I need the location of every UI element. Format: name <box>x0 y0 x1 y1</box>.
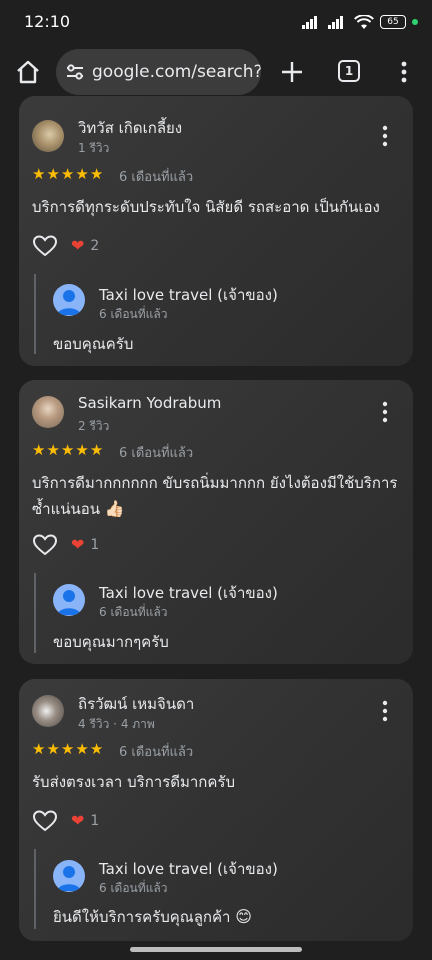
star-icon: ★ <box>32 165 46 183</box>
tab-switcher-button[interactable]: 1 <box>338 60 360 82</box>
owner-avatar <box>53 860 85 892</box>
star-rating: ★ ★ ★ ★ ★ <box>32 442 103 458</box>
like-icon[interactable] <box>32 234 58 258</box>
owner-name: Taxi love travel (เจ้าของ) <box>99 860 278 878</box>
star-icon: ★ <box>75 740 89 758</box>
review-time: 6 เดือนที่แล้ว <box>119 745 194 760</box>
review-text-content: บริการดีมากกกกกก ขับรถนิ่มมากกก ยังไงต้อ… <box>32 474 398 518</box>
star-icon: ★ <box>75 165 89 183</box>
star-icon: ★ <box>60 740 75 758</box>
gesture-nav-handle[interactable] <box>130 947 302 952</box>
star-icon: ★ <box>32 441 46 459</box>
owner-reply-content: ยินดีให้บริการครับคุณลูกค้า <box>53 908 231 926</box>
reaction-count[interactable]: ❤ 1 <box>71 811 100 830</box>
reaction-number: 1 <box>90 813 100 829</box>
star-icon: ★ <box>60 165 75 183</box>
reaction-number: 2 <box>90 238 100 254</box>
thumbs-up-emoji: 👍🏻 <box>104 499 125 518</box>
review-card: วิทวัส เกิดเกลี้ยง 1 รีวิว ★ ★ ★ ★ ★ 6 เดือน… <box>19 96 413 366</box>
home-icon[interactable] <box>14 58 42 86</box>
star-rating: ★ ★ ★ ★ ★ <box>32 166 103 182</box>
review-text: บริการดีทุกระดับประทับใจ นิสัยดี รถสะอาด… <box>32 194 400 220</box>
owner-avatar <box>53 584 85 616</box>
reviewer-name[interactable]: ถิรวัฒน์ เหมจินดา <box>78 692 194 716</box>
star-rating: ★ ★ ★ ★ ★ <box>32 741 103 757</box>
reviewer-avatar[interactable] <box>32 120 64 152</box>
reply-divider <box>34 274 36 354</box>
star-icon: ★ <box>60 441 75 459</box>
status-bar: 12:10 65 <box>0 0 432 44</box>
owner-name: Taxi love travel (เจ้าของ) <box>99 286 278 304</box>
smile-emoji: 😊 <box>235 907 252 926</box>
review-time: 6 เดือนที่แล้ว <box>119 170 194 185</box>
heart-icon: ❤ <box>71 236 85 255</box>
owner-reply-content: ขอบคุณมากๆครับ <box>53 633 169 651</box>
reaction-count[interactable]: ❤ 1 <box>71 535 100 554</box>
wifi-icon <box>354 14 374 29</box>
star-icon: ★ <box>89 441 104 459</box>
more-menu-icon[interactable] <box>392 58 416 86</box>
owner-avatar <box>53 284 85 316</box>
new-tab-icon[interactable] <box>278 58 306 86</box>
owner-reply-content: ขอบคุณครับ <box>53 335 134 353</box>
star-icon: ★ <box>46 740 60 758</box>
signal-icon <box>302 16 317 29</box>
site-settings-icon[interactable] <box>65 64 85 80</box>
url-text[interactable]: google.com/search?q <box>92 62 261 82</box>
reaction-number: 1 <box>90 537 100 553</box>
reviewer-meta: 2 รีวิว <box>78 419 110 433</box>
battery-indicator: 65 <box>380 15 406 29</box>
review-time: 6 เดือนที่แล้ว <box>119 446 194 461</box>
reviewer-name[interactable]: วิทวัส เกิดเกลี้ยง <box>78 116 182 140</box>
reviewer-avatar[interactable] <box>32 396 64 428</box>
star-icon: ★ <box>89 740 104 758</box>
reply-divider <box>34 573 36 653</box>
owner-reply-text: ขอบคุณครับ <box>53 332 133 356</box>
privacy-dot <box>412 19 418 25</box>
star-icon: ★ <box>46 165 60 183</box>
review-menu-icon[interactable] <box>377 401 393 423</box>
star-icon: ★ <box>46 441 60 459</box>
owner-reply-time: 6 เดือนที่แล้ว <box>99 881 168 895</box>
like-icon[interactable] <box>32 533 58 557</box>
review-text-content: บริการดีทุกระดับประทับใจ นิสัยดี รถสะอาด… <box>32 198 380 216</box>
review-menu-icon[interactable] <box>377 125 393 147</box>
owner-reply-time: 6 เดือนที่แล้ว <box>99 605 168 619</box>
heart-icon: ❤ <box>71 811 85 830</box>
reviewer-meta: 1 รีวิว <box>78 141 110 155</box>
owner-reply-text: ขอบคุณมากๆครับ <box>53 630 169 654</box>
reviewer-avatar[interactable] <box>32 695 64 727</box>
owner-reply-text: ยินดีให้บริการครับคุณลูกค้า 😊 <box>53 905 252 929</box>
signal-icon-2 <box>328 16 343 29</box>
star-icon: ★ <box>89 165 104 183</box>
browser-toolbar: google.com/search?q 1 <box>0 44 432 102</box>
like-icon[interactable] <box>32 809 58 833</box>
owner-reply-time: 6 เดือนที่แล้ว <box>99 307 168 321</box>
review-text-content: รับส่งตรงเวลา บริการดีมากครับ <box>32 773 235 791</box>
status-icons: 65 <box>302 13 418 31</box>
review-text: บริการดีมากกกกกก ขับรถนิ่มมากกก ยังไงต้อ… <box>32 470 400 522</box>
reaction-count[interactable]: ❤ 2 <box>71 236 100 255</box>
review-card: ถิรวัฒน์ เหมจินดา 4 รีวิว · 4 ภาพ ★ ★ ★ ★ ★ … <box>19 679 413 941</box>
heart-icon: ❤ <box>71 535 85 554</box>
reply-divider <box>34 849 36 929</box>
status-time: 12:10 <box>24 12 71 31</box>
review-menu-icon[interactable] <box>377 700 393 722</box>
reviewer-name[interactable]: Sasikarn Yodrabum <box>78 394 221 412</box>
review-text: รับส่งตรงเวลา บริการดีมากครับ <box>32 769 400 795</box>
reviewer-meta: 4 รีวิว · 4 ภาพ <box>78 717 155 731</box>
star-icon: ★ <box>75 441 89 459</box>
star-icon: ★ <box>32 740 46 758</box>
review-card: Sasikarn Yodrabum 2 รีวิว ★ ★ ★ ★ ★ 6 เดือนท… <box>19 380 413 664</box>
address-bar[interactable]: google.com/search?q <box>56 49 261 95</box>
owner-name: Taxi love travel (เจ้าของ) <box>99 584 278 602</box>
